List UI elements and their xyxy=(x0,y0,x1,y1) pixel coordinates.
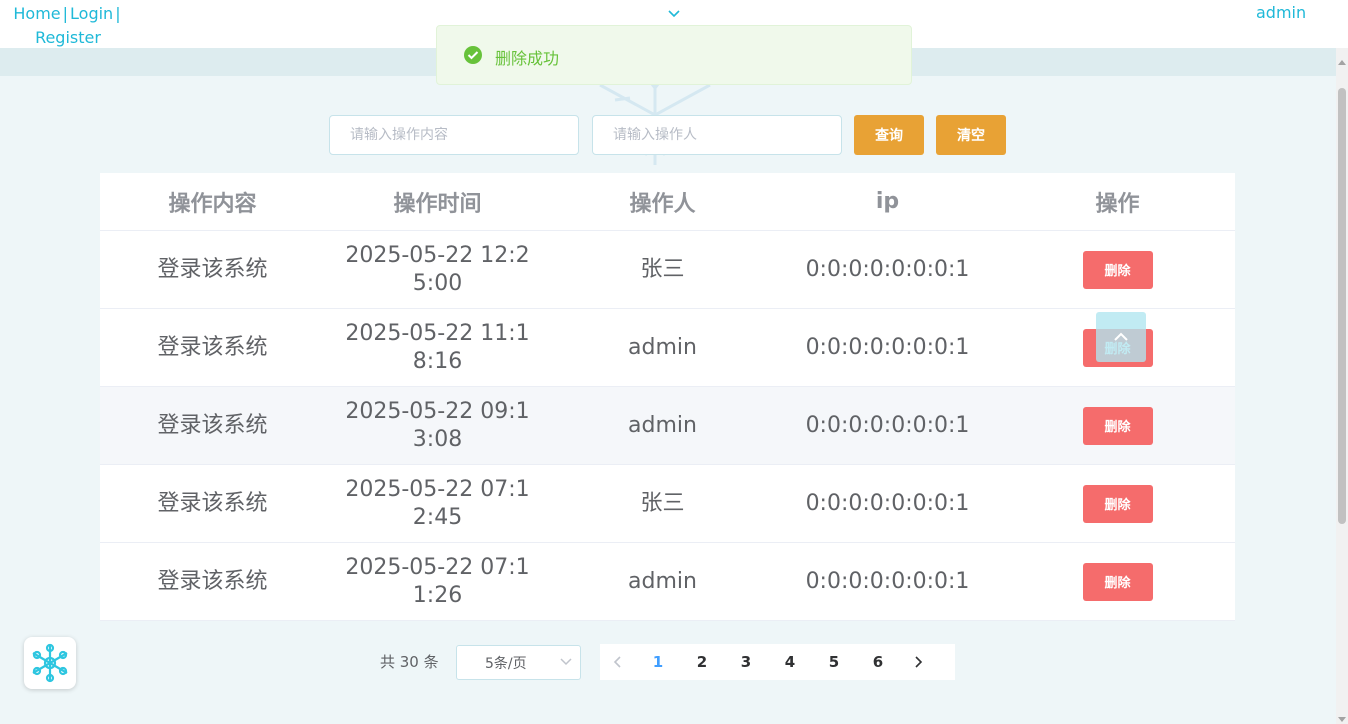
scrollbar-thumb[interactable] xyxy=(1338,88,1346,524)
cell-time-text: 2025-05-22 07:12:45 xyxy=(345,476,530,530)
cell-operator: admin xyxy=(628,568,697,594)
cell-time-text: 2025-05-22 11:18:16 xyxy=(345,320,530,374)
log-table: 操作内容 操作时间 操作人 ip 操作 登录该系统 2025-05-22 12:… xyxy=(100,173,1235,621)
cell-content: 登录该系统 xyxy=(157,256,268,282)
chevron-up-icon xyxy=(1114,332,1128,341)
cell-time: 2025-05-22 11:18:16 xyxy=(325,320,550,376)
column-header-time: 操作时间 xyxy=(393,191,482,217)
cell-action: 删除 xyxy=(1000,484,1235,523)
nav-separator: | xyxy=(115,4,121,23)
column-header-operator: 操作人 xyxy=(629,191,696,217)
table-row: 登录该系统 2025-05-22 07:12:45 张三 0:0:0:0:0:0… xyxy=(100,465,1235,543)
query-button[interactable]: 查询 xyxy=(854,115,924,155)
user-name[interactable]: admin xyxy=(1256,3,1306,22)
cell-time: 2025-05-22 12:25:00 xyxy=(325,242,550,298)
floating-widget[interactable] xyxy=(24,637,76,689)
next-page-button[interactable] xyxy=(900,644,936,680)
table-row: 登录该系统 2025-05-22 12:25:00 张三 0:0:0:0:0:0… xyxy=(100,231,1235,309)
toast-message: 删除成功 xyxy=(495,49,560,68)
column-header-ip: ip xyxy=(875,189,900,214)
cell-action: 删除 xyxy=(1000,250,1235,289)
scroll-up-arrow-icon[interactable] xyxy=(1336,52,1348,65)
cell-action: 删除 xyxy=(1000,562,1235,601)
page-number[interactable]: 3 xyxy=(724,653,768,671)
success-toast: 删除成功 xyxy=(436,25,912,85)
nav-login-link[interactable]: Login xyxy=(70,4,113,23)
cell-content: 登录该系统 xyxy=(157,334,268,360)
vertical-scrollbar[interactable] xyxy=(1336,48,1348,724)
nav-home-link[interactable]: Home xyxy=(13,4,60,23)
operator-search-input[interactable] xyxy=(592,115,842,155)
chevron-left-icon xyxy=(613,656,621,668)
cell-ip: 0:0:0:0:0:0:0:1 xyxy=(805,568,970,594)
page-size-value: 5条/页 xyxy=(485,656,527,672)
page-number[interactable]: 5 xyxy=(812,653,856,671)
delete-button[interactable]: 删除 xyxy=(1082,562,1153,601)
prev-page-button[interactable] xyxy=(600,644,636,680)
cell-ip: 0:0:0:0:0:0:0:1 xyxy=(805,334,970,360)
cell-time-text: 2025-05-22 09:13:08 xyxy=(345,398,530,452)
back-to-top-button[interactable] xyxy=(1096,312,1146,362)
clear-button[interactable]: 清空 xyxy=(936,115,1006,155)
cell-content: 登录该系统 xyxy=(157,412,268,438)
delete-button[interactable]: 删除 xyxy=(1082,406,1153,445)
nav-register-link[interactable]: Register xyxy=(35,28,101,47)
table-header: 操作内容 操作时间 操作人 ip 操作 xyxy=(100,173,1235,231)
cell-ip: 0:0:0:0:0:0:0:1 xyxy=(805,256,970,282)
delete-button[interactable]: 删除 xyxy=(1082,250,1153,289)
cell-action: 删除 xyxy=(1000,406,1235,445)
table-row: 登录该系统 2025-05-22 09:13:08 admin 0:0:0:0:… xyxy=(100,387,1235,465)
content-search-input[interactable] xyxy=(329,115,579,155)
check-circle-icon xyxy=(464,46,482,64)
pager: 1 2 3 4 5 6 xyxy=(600,644,955,680)
delete-button[interactable]: 删除 xyxy=(1082,484,1153,523)
cell-operator: admin xyxy=(628,412,697,438)
cell-time: 2025-05-22 07:12:45 xyxy=(325,476,550,532)
chevron-right-icon xyxy=(915,656,923,668)
table-row: 登录该系统 2025-05-22 07:11:26 admin 0:0:0:0:… xyxy=(100,543,1235,621)
cell-ip: 0:0:0:0:0:0:0:1 xyxy=(805,490,970,516)
cell-operator: 张三 xyxy=(640,490,685,516)
scroll-down-arrow-icon[interactable] xyxy=(1336,710,1348,722)
table-row: 登录该系统 2025-05-22 11:18:16 admin 0:0:0:0:… xyxy=(100,309,1235,387)
page-number[interactable]: 2 xyxy=(680,653,724,671)
cell-time: 2025-05-22 09:13:08 xyxy=(325,398,550,454)
chevron-down-icon[interactable] xyxy=(666,2,682,22)
nav-separator: | xyxy=(62,4,69,23)
cell-content: 登录该系统 xyxy=(157,568,268,594)
page-number[interactable]: 1 xyxy=(636,653,680,671)
cell-operator: 张三 xyxy=(640,256,685,282)
cell-operator: admin xyxy=(628,334,697,360)
cell-time-text: 2025-05-22 07:11:26 xyxy=(345,554,530,608)
column-header-action: 操作 xyxy=(1095,191,1140,217)
page-number[interactable]: 6 xyxy=(856,653,900,671)
cell-ip: 0:0:0:0:0:0:0:1 xyxy=(805,412,970,438)
column-header-content: 操作内容 xyxy=(168,191,257,217)
page-number[interactable]: 4 xyxy=(768,653,812,671)
snowflake-icon xyxy=(32,643,68,683)
chevron-down-icon xyxy=(560,658,572,666)
page-size-select[interactable]: 5条/页 xyxy=(456,645,581,680)
cell-content: 登录该系统 xyxy=(157,490,268,516)
nav-links: Home | Login | Register xyxy=(12,2,124,50)
pagination-total: 共 30 条 xyxy=(380,653,439,671)
cell-time: 2025-05-22 07:11:26 xyxy=(325,554,550,610)
cell-time-text: 2025-05-22 12:25:00 xyxy=(345,242,530,296)
